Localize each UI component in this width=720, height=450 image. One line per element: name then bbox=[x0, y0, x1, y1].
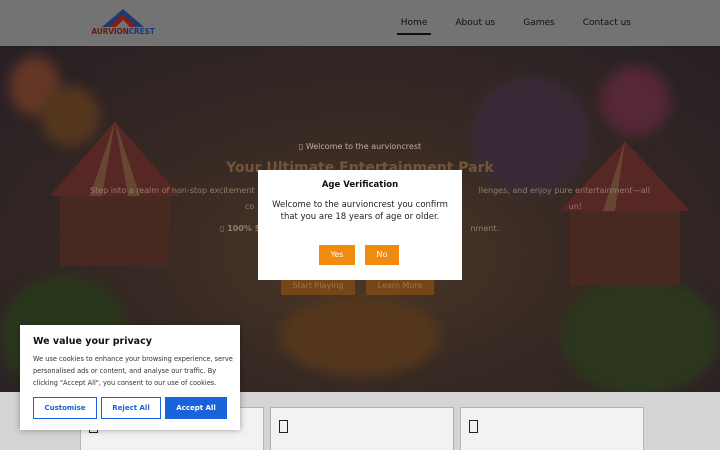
modal-message: Welcome to the aurvioncrest you confirm … bbox=[272, 200, 448, 222]
reject-all-button[interactable]: Reject All bbox=[101, 397, 161, 419]
accept-all-button[interactable]: Accept All bbox=[165, 397, 227, 419]
cookie-text: We use cookies to enhance your browsing … bbox=[33, 355, 233, 387]
modal-title: Age Verification bbox=[321, 180, 399, 190]
customise-button[interactable]: Customise bbox=[33, 397, 97, 419]
age-verification-modal: Age Verification Welcome to the aurvionc… bbox=[258, 170, 462, 280]
age-yes-button[interactable]: Yes bbox=[319, 245, 355, 265]
cookie-consent-banner: We value your privacy We use cookies to … bbox=[20, 325, 240, 430]
cookie-title: We value your privacy bbox=[33, 336, 152, 347]
age-no-button[interactable]: No bbox=[365, 245, 399, 265]
